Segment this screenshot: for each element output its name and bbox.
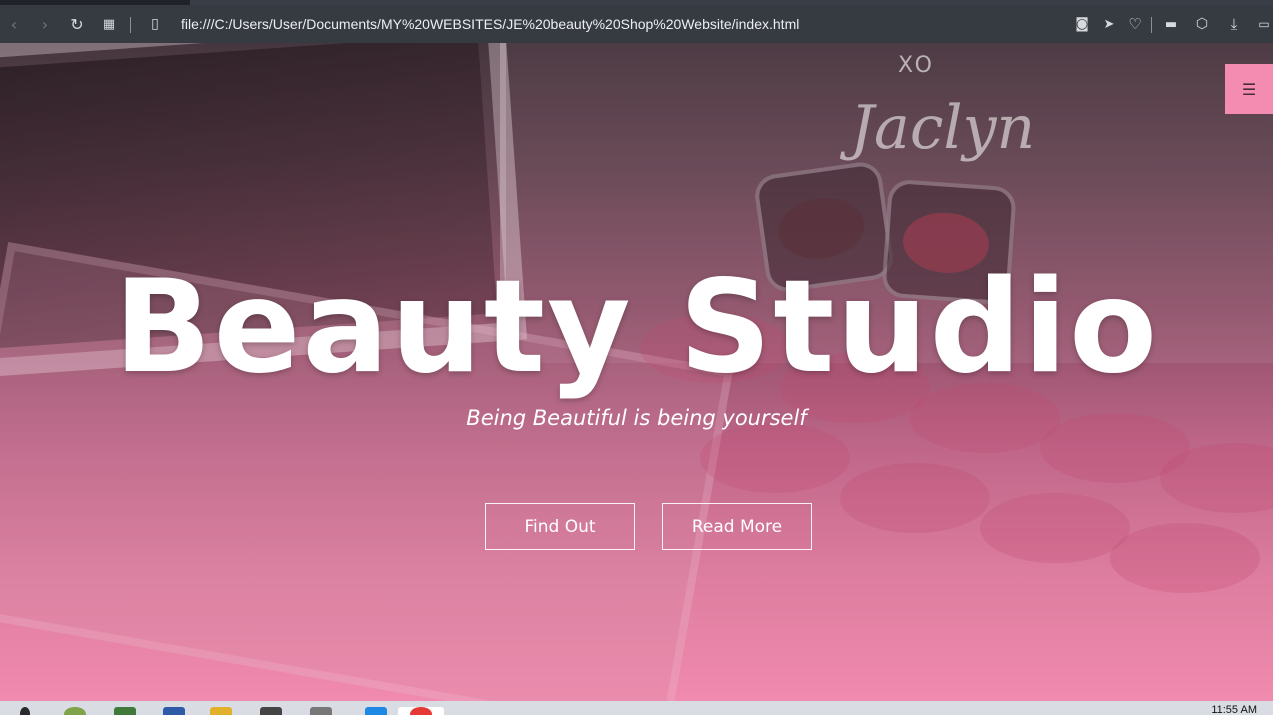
app-icon-dark-green[interactable]: [114, 707, 136, 715]
folder-icon[interactable]: [210, 707, 232, 715]
battery-icon[interactable]: ▭: [1250, 5, 1273, 43]
page-icon[interactable]: ▯: [141, 5, 169, 43]
reload-icon[interactable]: ↻: [63, 5, 91, 43]
browser-toolbar: ‹ › ↻ ▦ ▯ file:///C:/Users/User/Document…: [0, 5, 1273, 43]
taskbar-clock: 11:55 AM: [1211, 704, 1257, 715]
box-logo-xo: XO: [898, 53, 935, 78]
app-icon-edge[interactable]: [365, 707, 387, 715]
find-out-button[interactable]: Find Out: [485, 503, 635, 550]
app-icon-gray[interactable]: [260, 707, 282, 715]
forward-icon[interactable]: ›: [31, 5, 59, 43]
hero-subtitle: Being Beautiful is being yourself: [466, 406, 807, 430]
read-more-button[interactable]: Read More: [662, 503, 812, 550]
box-logo-script: Jaclyn: [850, 93, 1036, 163]
page-viewport: XO Jaclyn Beauty Studio Being Beautiful …: [0, 43, 1273, 701]
download-icon[interactable]: ⤓: [1220, 5, 1248, 43]
hero-title: Beauty Studio: [114, 253, 1159, 402]
palette-pan: [700, 423, 850, 493]
hamburger-menu-icon[interactable]: ☰: [1225, 64, 1273, 114]
camera-icon[interactable]: ◙: [1068, 5, 1096, 43]
windows-taskbar: 11:55 AM: [0, 701, 1273, 715]
sidebar-icon[interactable]: ▬: [1157, 5, 1185, 43]
search-icon[interactable]: [20, 707, 30, 715]
back-icon[interactable]: ‹: [0, 5, 28, 43]
opera-icon[interactable]: [410, 707, 432, 715]
app-icon-blue[interactable]: [163, 707, 185, 715]
toolbar-separator-right: [1151, 17, 1152, 33]
toolbar-separator: [130, 17, 131, 33]
palette-pan: [980, 493, 1130, 563]
cube-icon[interactable]: ⬡: [1188, 5, 1216, 43]
address-bar[interactable]: file:///C:/Users/User/Documents/MY%20WEB…: [181, 5, 799, 43]
app-icon-green[interactable]: [64, 707, 86, 715]
palette-pan: [840, 463, 990, 533]
palette-pan: [1110, 523, 1260, 593]
send-icon[interactable]: ➤: [1095, 5, 1123, 43]
heart-icon[interactable]: ♡: [1121, 5, 1149, 43]
tabs-grid-icon[interactable]: ▦: [95, 5, 123, 43]
app-icon-light-gray[interactable]: [310, 707, 332, 715]
